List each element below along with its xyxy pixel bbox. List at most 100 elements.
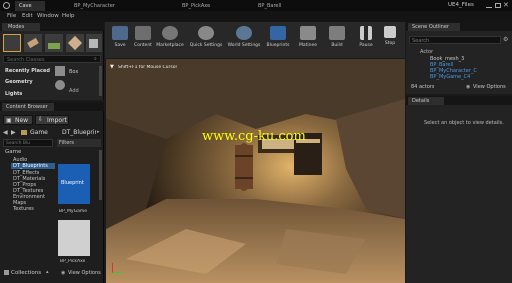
tab-bp-barell[interactable]: BP_Barell [254, 1, 294, 11]
pause-icon [360, 26, 372, 40]
level-viewport[interactable]: ▼ Shift+F1 for Mouse Cursor www.cg-ku.co… [106, 59, 405, 283]
folder-tree: Game Audio DT_Blueprints DT_Effects DT_M… [3, 149, 55, 267]
search-icon: ⌕ [94, 56, 97, 62]
view-options-label[interactable]: View Options [68, 270, 101, 276]
save-icon [112, 26, 128, 40]
marketplace-button[interactable]: Marketplace [153, 24, 187, 56]
new-icon: ▣ [6, 117, 12, 124]
asset-bp-pickaxe-thumb[interactable] [58, 220, 90, 256]
build-icon [329, 26, 345, 40]
stop-button[interactable]: Stop [377, 24, 403, 56]
place-mode-icon[interactable] [3, 34, 21, 52]
marketplace-label: Marketplace [156, 43, 184, 48]
tree-item-game[interactable]: Game [5, 149, 21, 155]
path-dt-blueprints[interactable]: DT_Blueprints [62, 129, 96, 136]
outliner-view-options[interactable]: View Options [473, 84, 506, 90]
category-geometry[interactable]: Geometry [5, 79, 33, 85]
modes-title: Modes [8, 24, 25, 30]
globe-icon [236, 26, 252, 40]
foliage-mode-icon[interactable] [66, 34, 84, 52]
content-browser-header: Content Browser [0, 102, 104, 111]
outliner-search-input[interactable]: Search [409, 36, 501, 44]
details-title: Details [412, 98, 430, 104]
pause-label: Pause [359, 43, 373, 48]
pause-button[interactable]: Pause [353, 24, 379, 56]
project-name: UE4_Files [448, 2, 474, 8]
new-label: New [15, 117, 29, 124]
geometry-mode-icon[interactable] [86, 34, 102, 52]
tree-item-dt-blueprints[interactable]: DT_Blueprints [11, 163, 55, 169]
close-button[interactable]: ✕ [503, 1, 509, 9]
import-button[interactable]: ⇩ Import [35, 115, 69, 125]
actor-count: 84 actors [411, 84, 435, 90]
details-empty-message: Select an object to view details. [424, 120, 504, 126]
marketplace-icon [162, 26, 178, 40]
menu-window[interactable]: Window [37, 13, 59, 19]
details-header: Details [406, 96, 512, 105]
content-icon [135, 26, 151, 40]
world-settings-button[interactable]: World Settings [227, 24, 261, 56]
watermark-text: www.cg-ku.com [202, 129, 306, 144]
actor-column-header[interactable]: Actor [420, 49, 433, 55]
category-lights[interactable]: Lights [5, 91, 22, 97]
gear-icon [198, 26, 214, 40]
category-recently-placed[interactable]: Recently Placed [5, 68, 50, 74]
outliner-row[interactable]: BP_MyGame_C4 [430, 74, 470, 80]
eye-icon: ◉ [466, 84, 471, 90]
new-button[interactable]: ▣ New [3, 115, 33, 125]
film-icon [300, 26, 316, 40]
import-icon: ⇩ [38, 116, 44, 123]
maximize-button[interactable] [495, 3, 501, 8]
filters-button[interactable]: Filters [57, 139, 101, 147]
tree-search-placeholder: Search Blu [6, 141, 31, 146]
menu-help[interactable]: Help [62, 13, 75, 19]
collections-label[interactable]: Collections [11, 270, 41, 276]
menu-bar: File Edit Window Help [0, 11, 512, 22]
box-item-label: Box [69, 69, 79, 75]
outliner-header: Scene Outliner [406, 22, 512, 31]
import-label: Import [47, 117, 67, 124]
quick-settings-label: Quick Settings [189, 43, 223, 48]
outliner-settings-icon[interactable]: ⚙ [503, 36, 508, 43]
modes-panel: Modes Search Classes ⌕ Recently Placed G… [0, 22, 104, 100]
menu-edit[interactable]: Edit [22, 13, 33, 19]
tab-cave[interactable]: Cave [15, 1, 45, 11]
stop-icon [384, 26, 396, 38]
tree-item-textures[interactable]: Textures [13, 206, 34, 212]
modes-header: Modes [0, 22, 104, 31]
tree-search-input[interactable]: Search Blu [3, 139, 53, 147]
path-game[interactable]: Game [30, 129, 48, 136]
scene-outliner: Scene Outliner Search ⚙ Actor Book_mesh_… [406, 22, 512, 94]
asset-bp-pickaxe-label: BP_PickAxe [60, 259, 86, 264]
collections-expand-icon[interactable]: ▴ [46, 269, 49, 275]
sphere-item-icon[interactable] [55, 80, 65, 90]
blueprints-button[interactable]: Blueprints [263, 24, 293, 56]
build-label: Build [331, 43, 343, 48]
content-browser-title: Content Browser [6, 104, 48, 110]
assets-scrollbar[interactable] [99, 150, 102, 200]
blueprint-icon [270, 26, 286, 40]
tab-bp-mycharacter[interactable]: BP_MyCharacter [70, 1, 116, 11]
viewport-options-icon[interactable]: ▼ [110, 64, 114, 70]
stop-label: Stop [384, 41, 396, 46]
build-button[interactable]: Build [324, 24, 350, 56]
modes-search-input[interactable]: Search Classes ⌕ [3, 55, 101, 63]
modes-scrollbar[interactable] [99, 66, 102, 96]
content-browser: Content Browser ▣ New ⇩ Import ◀ ▶ Game … [0, 102, 104, 283]
paint-mode-icon[interactable] [24, 34, 42, 52]
forward-arrow-icon[interactable]: ▶ [11, 129, 16, 136]
asset-blueprint-thumb[interactable]: Blueprint [58, 164, 90, 204]
menu-file[interactable]: File [7, 13, 16, 19]
tab-bp-pickaxe[interactable]: BP_PickAxe [178, 1, 218, 11]
minimize-button[interactable] [486, 7, 492, 8]
title-bar: Cave BP_MyCharacter BP_PickAxe BP_Barell… [0, 0, 512, 11]
matinee-button[interactable]: Matinee [295, 24, 321, 56]
landscape-mode-icon[interactable] [45, 34, 63, 52]
path-dropdown-icon[interactable]: ▸ [97, 129, 100, 135]
quick-settings-button[interactable]: Quick Settings [189, 24, 223, 56]
cave-scene [106, 59, 405, 283]
eye-icon: ◉ [61, 270, 66, 276]
back-arrow-icon[interactable]: ◀ [3, 129, 8, 136]
box-item-icon[interactable] [55, 66, 65, 76]
viewport-hint: Shift+F1 for Mouse Cursor [118, 65, 178, 70]
